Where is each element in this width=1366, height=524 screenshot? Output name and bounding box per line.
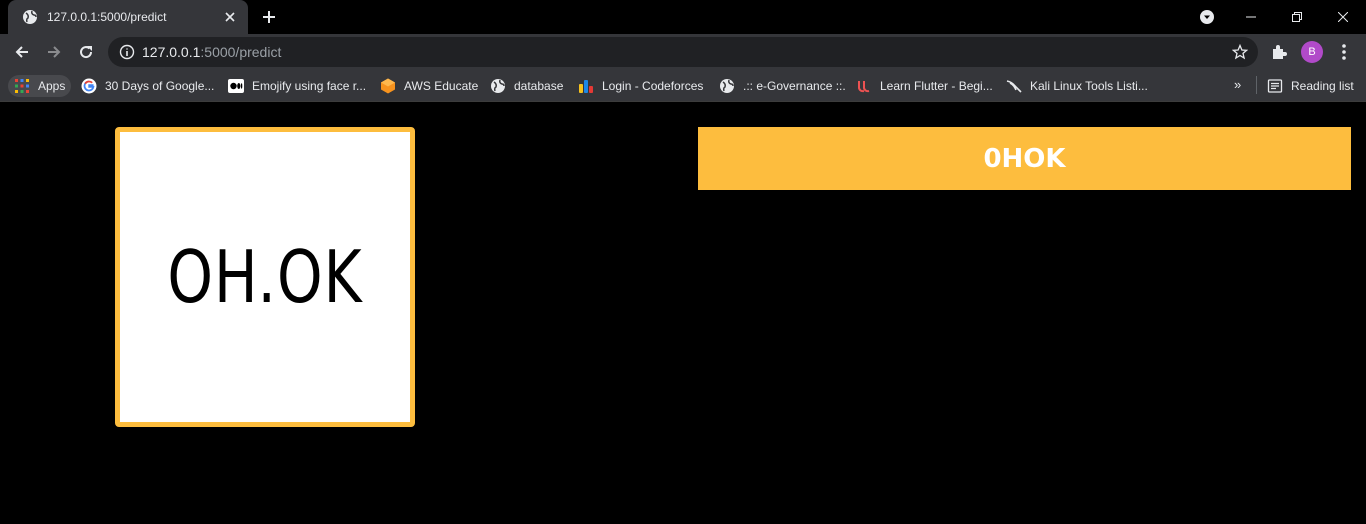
page-content: OH.OK 0HOK xyxy=(0,103,1366,524)
globe-icon xyxy=(720,79,734,93)
browser-tab[interactable]: 127.0.0.1:5000/predict xyxy=(8,0,248,34)
bookmark-label: Emojify using face r... xyxy=(252,79,367,93)
bookmark-label: Learn Flutter - Begi... xyxy=(880,79,993,93)
udemy-icon xyxy=(858,81,870,93)
reload-icon xyxy=(80,46,93,59)
bookmark-label: Login - Codeforces xyxy=(602,79,704,93)
codeforces-icon xyxy=(579,80,593,93)
close-icon[interactable] xyxy=(222,9,238,25)
profile-avatar[interactable]: B xyxy=(1301,41,1323,63)
bookmark-label: 30 Days of Google... xyxy=(105,79,215,93)
bookmark-aws-educate[interactable]: AWS Educate xyxy=(380,75,478,97)
browser-toolbar: 127.0.0.1:5000/predict xyxy=(0,34,1366,70)
reading-list-label: Reading list xyxy=(1291,79,1354,93)
restore-button[interactable] xyxy=(1274,1,1320,33)
close-icon xyxy=(1338,12,1348,22)
more-vert-icon[interactable] xyxy=(1336,42,1352,62)
handwritten-text: OH.OK xyxy=(167,234,363,320)
tab-title: 127.0.0.1:5000/predict xyxy=(47,10,167,24)
bookmark-label: .:: e-Governance ::. xyxy=(743,79,846,93)
bookmark-emojify[interactable]: Emojify using face r... xyxy=(228,75,366,97)
bookmark-database[interactable]: database xyxy=(490,75,563,97)
globe-icon xyxy=(23,10,37,24)
globe-icon xyxy=(491,79,505,93)
bookmark-30-days-google[interactable]: 30 Days of Google... xyxy=(81,75,214,97)
bookmark-codeforces[interactable]: Login - Codeforces xyxy=(578,75,703,97)
bookmark-e-governance[interactable]: .:: e-Governance ::. xyxy=(719,75,846,97)
reading-list-button[interactable]: Reading list xyxy=(1267,75,1354,97)
google-icon xyxy=(81,78,97,94)
bookmarks-bar: Apps 30 Days of Google... Emojify using … xyxy=(0,70,1366,102)
forward-button[interactable] xyxy=(44,42,64,62)
info-icon[interactable] xyxy=(119,44,135,60)
tab-strip: 127.0.0.1:5000/predict xyxy=(0,0,1366,34)
back-button[interactable] xyxy=(12,42,32,62)
url-path: :5000/predict xyxy=(200,44,282,60)
prediction-text: 0HOK xyxy=(983,143,1066,174)
reading-list-icon xyxy=(1267,79,1283,93)
apps-grid-icon xyxy=(15,79,29,93)
bookmark-learn-flutter[interactable]: Learn Flutter - Begi... xyxy=(856,75,993,97)
arrow-right-icon xyxy=(48,46,61,58)
minimize-icon xyxy=(1246,16,1256,18)
bookmark-label: database xyxy=(514,79,564,93)
window-controls xyxy=(1228,0,1366,34)
aws-icon xyxy=(381,78,395,94)
uploaded-image: OH.OK xyxy=(115,127,415,427)
url-host: 127.0.0.1 xyxy=(142,44,201,60)
restore-icon xyxy=(1292,12,1302,22)
kali-icon xyxy=(1006,80,1022,93)
bookmark-label: Apps xyxy=(38,79,66,93)
bookmark-label: AWS Educate xyxy=(404,79,479,93)
reload-button[interactable] xyxy=(76,42,96,62)
new-tab-icon[interactable] xyxy=(261,9,277,25)
url-text: 127.0.0.1:5000/predict xyxy=(142,44,281,60)
close-window-button[interactable] xyxy=(1320,1,1366,33)
bookmark-apps[interactable]: Apps xyxy=(8,75,72,97)
extensions-puzzle-icon[interactable] xyxy=(1270,43,1288,61)
medium-icon xyxy=(228,79,244,93)
bookmark-label: Kali Linux Tools Listi... xyxy=(1030,79,1148,93)
bookmark-kali-linux[interactable]: Kali Linux Tools Listi... xyxy=(1006,75,1148,97)
bookmarks-overflow-button[interactable]: » xyxy=(1234,77,1248,93)
prediction-result: 0HOK xyxy=(698,127,1351,190)
chevron-down-icon[interactable] xyxy=(1200,10,1214,24)
address-bar[interactable]: 127.0.0.1:5000/predict xyxy=(108,37,1258,67)
bookmark-star-icon[interactable] xyxy=(1232,44,1248,60)
bookmarks-divider xyxy=(1256,76,1257,94)
arrow-left-icon xyxy=(15,46,28,58)
minimize-button[interactable] xyxy=(1228,1,1274,33)
